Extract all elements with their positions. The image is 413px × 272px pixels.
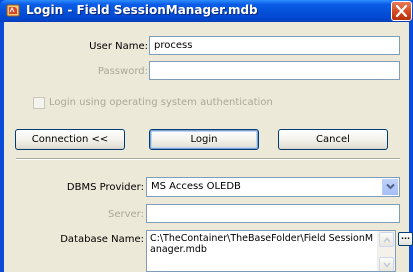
dbms-provider-label: DBMS Provider: bbox=[66, 182, 144, 193]
dbms-provider-select[interactable]: MS Access OLEDB bbox=[146, 177, 400, 197]
close-icon bbox=[395, 5, 408, 17]
password-label: Password: bbox=[97, 66, 148, 77]
login-dialog: Login - Field SessionManager.mdb User Na… bbox=[0, 0, 413, 272]
chevron-down-icon bbox=[383, 262, 391, 268]
user-name-field[interactable]: process bbox=[149, 36, 400, 55]
window-title: Login - Field SessionManager.mdb bbox=[26, 3, 258, 17]
connection-toggle-button[interactable]: Connection << bbox=[15, 129, 125, 150]
scroll-up-button[interactable] bbox=[379, 232, 394, 247]
database-name-scrollbar[interactable] bbox=[377, 231, 395, 271]
server-field[interactable] bbox=[146, 204, 400, 223]
dbms-provider-value: MS Access OLEDB bbox=[151, 181, 241, 192]
section-divider bbox=[16, 158, 400, 160]
access-db-icon bbox=[6, 3, 21, 18]
database-name-value: C:\TheContainer\TheBaseFolder\Field Sess… bbox=[150, 233, 374, 255]
database-name-field[interactable]: C:\TheContainer\TheBaseFolder\Field Sess… bbox=[146, 230, 396, 272]
browse-database-button[interactable]: ... bbox=[398, 232, 413, 246]
os-auth-label: Login using operating system authenticat… bbox=[49, 97, 273, 108]
login-button[interactable]: Login bbox=[149, 129, 259, 150]
cancel-button[interactable]: Cancel bbox=[278, 129, 388, 150]
dropdown-button[interactable] bbox=[382, 179, 398, 195]
title-bar[interactable]: Login - Field SessionManager.mdb bbox=[0, 0, 413, 22]
os-auth-checkbox[interactable] bbox=[33, 97, 45, 109]
chevron-down-icon bbox=[386, 183, 395, 190]
scroll-down-button[interactable] bbox=[379, 257, 394, 271]
server-label: Server: bbox=[108, 209, 144, 220]
password-field[interactable] bbox=[149, 61, 400, 80]
database-name-label: Database Name: bbox=[60, 234, 144, 245]
chevron-up-icon bbox=[383, 237, 391, 243]
user-name-label: User Name: bbox=[89, 41, 148, 52]
dialog-body: User Name: process Password: Login using… bbox=[4, 22, 413, 272]
close-button[interactable] bbox=[391, 1, 412, 21]
